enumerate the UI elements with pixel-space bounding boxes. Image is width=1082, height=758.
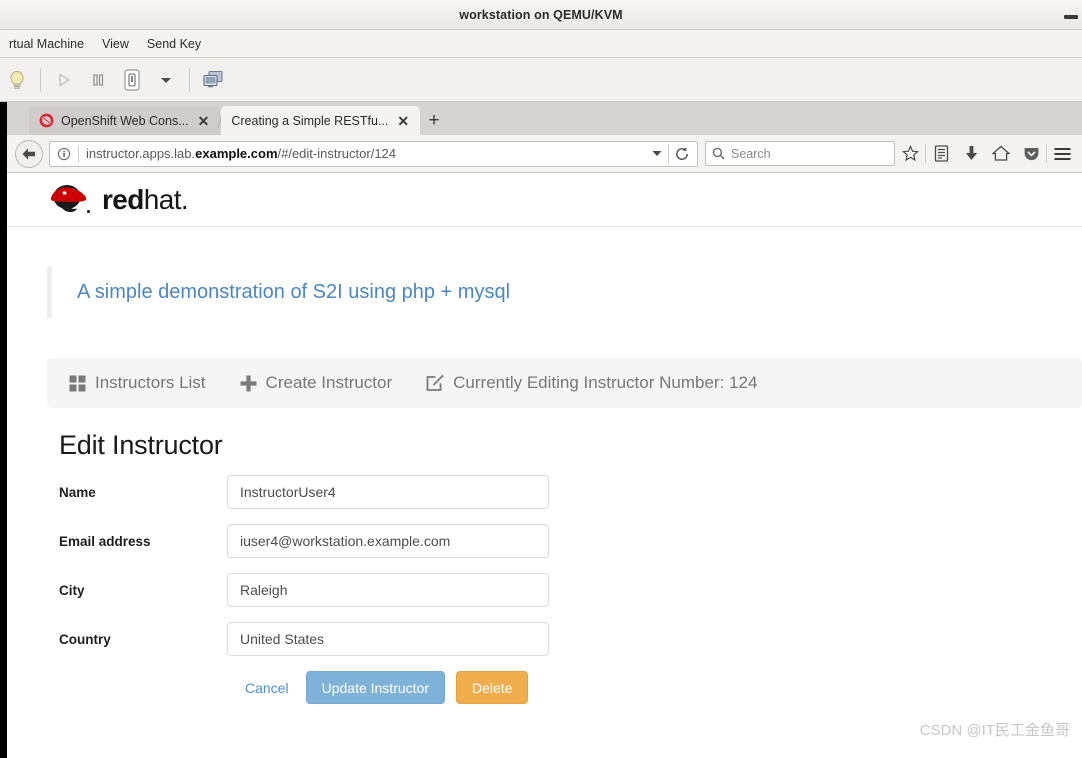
nav-item-label: Create Instructor — [265, 373, 393, 392]
tab-creating-simple-restful[interactable]: Creating a Simple RESTfu... ✕ — [221, 106, 421, 135]
tab-openshift-web-console[interactable]: OpenShift Web Cons... ✕ — [29, 106, 221, 135]
shutdown-icon[interactable] — [115, 64, 149, 96]
nav-item-label: Instructors List — [95, 373, 206, 392]
hamburger-menu-icon[interactable] — [1047, 139, 1077, 169]
form-actions: Cancel Update Instructor Delete — [47, 671, 1082, 704]
virt-manager-window: workstation on QEMU/KVM rtual Machine Vi… — [0, 0, 1082, 758]
country-input[interactable]: United States — [227, 622, 549, 656]
url-prefix: instructor.apps.lab. — [86, 146, 196, 161]
toolbar-separator — [40, 67, 41, 92]
lead-blockquote: A simple demonstration of S2I using php … — [47, 267, 1047, 318]
label-email-address: Email address — [59, 533, 151, 549]
window-controls[interactable] — [1062, 0, 1080, 30]
site-header: redhat. — [7, 173, 1082, 227]
url-domain: example.com — [195, 146, 278, 161]
firefox-browser: OpenShift Web Cons... ✕ Creating a Simpl… — [0, 102, 1082, 758]
url-bar[interactable]: instructor.apps.lab.example.com/#/edit-i… — [49, 140, 698, 167]
page-title: Edit Instructor — [59, 430, 223, 460]
grid-icon — [69, 375, 86, 392]
redhat-logo[interactable]: redhat. — [47, 182, 189, 218]
toolbar-separator-2 — [189, 67, 190, 92]
redhat-shadowman-icon — [47, 182, 93, 218]
chevron-down-icon[interactable] — [646, 150, 668, 157]
web-page-content: redhat. A simple demonstration of S2I us… — [7, 173, 1082, 758]
brand-red: red — [102, 183, 144, 215]
form-row-email: Email address iuser4@workstation.example… — [47, 524, 1082, 558]
tab-label: OpenShift Web Cons... — [61, 113, 189, 128]
search-placeholder: Search — [731, 146, 771, 161]
vm-window-title: workstation on QEMU/KVM — [459, 7, 623, 22]
form-row-name: Name InstructorUser4 — [47, 475, 1082, 509]
tab-close-icon[interactable]: ✕ — [395, 114, 411, 128]
vm-toolbar[interactable] — [0, 58, 1082, 102]
label-country: Country — [59, 631, 111, 647]
nav-item-instructors-list[interactable]: Instructors List — [69, 373, 206, 393]
screenshot-icon[interactable] — [196, 64, 230, 96]
home-icon[interactable] — [986, 139, 1016, 169]
cancel-button[interactable]: Cancel — [239, 673, 295, 703]
lead-text: A simple demonstration of S2I using php … — [77, 281, 511, 303]
redhat-wordmark: redhat. — [102, 183, 189, 216]
tab-close-icon[interactable]: ✕ — [196, 114, 212, 128]
name-input[interactable]: InstructorUser4 — [227, 475, 549, 509]
edit-square-icon — [426, 374, 444, 392]
pocket-icon[interactable] — [1016, 139, 1046, 169]
vm-menubar[interactable]: rtual Machine View Send Key — [0, 30, 1082, 58]
delete-button[interactable]: Delete — [455, 671, 529, 704]
downloads-icon[interactable] — [956, 139, 986, 169]
tab-label: Creating a Simple RESTfu... — [231, 113, 389, 128]
tab-strip[interactable]: OpenShift Web Cons... ✕ Creating a Simpl… — [7, 102, 1082, 135]
label-name: Name — [59, 484, 96, 500]
search-icon — [712, 147, 725, 160]
new-tab-button[interactable]: + — [420, 106, 448, 135]
browser-action-icons[interactable] — [895, 139, 1077, 169]
lightbulb-icon[interactable] — [0, 64, 34, 96]
app-nav-panel[interactable]: Instructors List Create Instructor Curre… — [47, 358, 1082, 408]
search-bar[interactable]: Search — [705, 141, 895, 166]
minimize-button[interactable] — [1062, 6, 1080, 24]
chevron-down-icon[interactable] — [149, 64, 183, 96]
edit-instructor-form: Name InstructorUser4 Email address iuser… — [47, 475, 1082, 704]
email-input[interactable]: iuser4@workstation.example.com — [227, 524, 549, 558]
brand-dot: . — [180, 183, 189, 215]
menu-virtual-machine[interactable]: rtual Machine — [0, 34, 93, 54]
form-row-country: Country United States — [47, 622, 1082, 656]
nav-item-label: Currently Editing Instructor Number: 124 — [453, 373, 758, 392]
city-input[interactable]: Raleigh — [227, 573, 549, 607]
url-separator — [78, 145, 79, 162]
menu-view[interactable]: View — [93, 34, 138, 54]
url-text: instructor.apps.lab.example.com/#/edit-i… — [86, 146, 646, 161]
nav-item-currently-editing[interactable]: Currently Editing Instructor Number: 124 — [426, 373, 757, 393]
form-row-city: City Raleigh — [47, 573, 1082, 607]
url-suffix: /#/edit-instructor/124 — [277, 146, 397, 161]
watermark: CSDN @IT民工金鱼哥 — [919, 722, 1070, 739]
bookmark-star-icon[interactable] — [895, 139, 925, 169]
identity-info-icon[interactable] — [56, 146, 71, 161]
openshift-favicon — [39, 113, 54, 128]
plus-icon — [240, 375, 257, 392]
pause-icon[interactable] — [81, 64, 115, 96]
label-city: City — [59, 582, 85, 598]
library-icon[interactable] — [926, 139, 956, 169]
nav-item-create-instructor[interactable]: Create Instructor — [240, 373, 393, 393]
reload-icon[interactable] — [669, 146, 695, 162]
update-instructor-button[interactable]: Update Instructor — [305, 671, 445, 704]
brand-hat: hat — [143, 183, 182, 215]
back-icon[interactable] — [15, 139, 43, 168]
play-icon[interactable] — [47, 64, 81, 96]
vm-titlebar: workstation on QEMU/KVM — [0, 0, 1082, 30]
navigation-toolbar[interactable]: instructor.apps.lab.example.com/#/edit-i… — [7, 135, 1082, 173]
menu-send-key[interactable]: Send Key — [138, 34, 210, 54]
page-body: A simple demonstration of S2I using php … — [7, 267, 1082, 704]
